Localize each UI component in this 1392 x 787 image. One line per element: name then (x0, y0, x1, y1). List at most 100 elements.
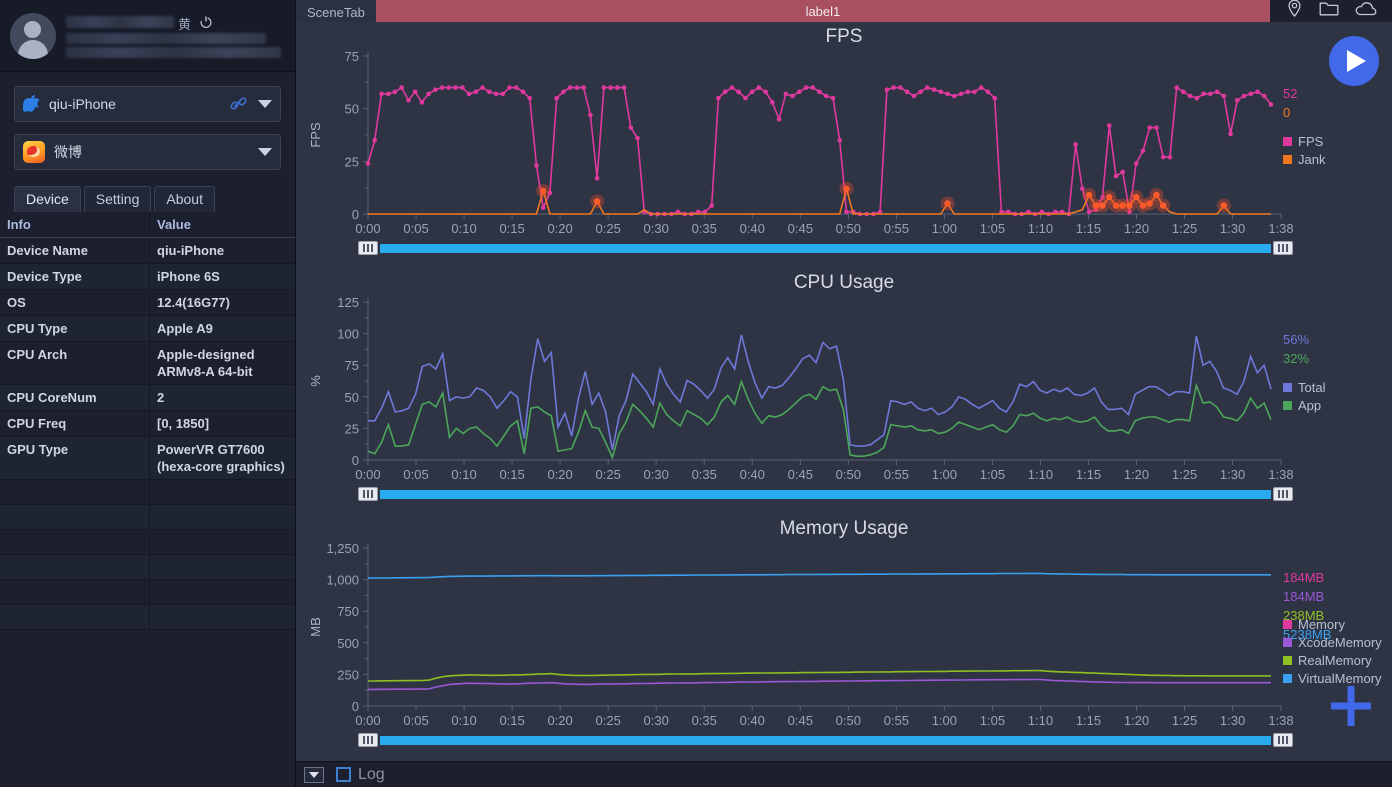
tab-device[interactable]: Device (14, 186, 81, 212)
slider-handle-left[interactable] (358, 487, 378, 501)
cpu-chart-series-app (368, 382, 1271, 458)
svg-text:0:20: 0:20 (547, 713, 572, 728)
svg-text:1:05: 1:05 (980, 221, 1005, 236)
link-icon[interactable] (228, 95, 250, 113)
svg-text:25: 25 (345, 154, 359, 169)
table-row[interactable]: Device TypeiPhone 6S (0, 264, 295, 290)
redacted-userinfo-line2 (66, 47, 281, 58)
tab-setting[interactable]: Setting (84, 186, 152, 212)
legend-swatch-icon (1283, 383, 1292, 392)
app-selector[interactable]: 微博 (14, 134, 281, 170)
table-row[interactable]: GPU TypePowerVR GT7600 (hexa-core graphi… (0, 437, 295, 480)
fps-chart-legend-jank[interactable]: Jank (1283, 152, 1325, 167)
label-tab[interactable]: label1 (376, 0, 1270, 22)
svg-text:1,250: 1,250 (326, 541, 359, 556)
slider-track[interactable] (380, 490, 1271, 499)
svg-text:0:40: 0:40 (740, 713, 765, 728)
selector-group: qiu-iPhone 微博 (0, 72, 295, 182)
svg-text:1:15: 1:15 (1076, 221, 1101, 236)
add-button[interactable] (1322, 677, 1380, 735)
table-cell-key (0, 505, 150, 529)
cpu-chart-range-slider[interactable] (358, 487, 1293, 501)
table-cell-key (0, 530, 150, 554)
legend-swatch-icon (1283, 155, 1292, 164)
svg-text:0:30: 0:30 (644, 467, 669, 482)
svg-text:125: 125 (337, 295, 359, 310)
slider-handle-right[interactable] (1273, 487, 1293, 501)
log-checkbox[interactable] (336, 767, 351, 782)
device-selector[interactable]: qiu-iPhone (14, 86, 281, 122)
power-icon[interactable] (199, 15, 213, 29)
svg-text:1:10: 1:10 (1028, 467, 1053, 482)
svg-text:0:10: 0:10 (451, 713, 476, 728)
fps-chart-ylabel: FPS (308, 122, 323, 148)
svg-text:0:35: 0:35 (692, 221, 717, 236)
table-row[interactable]: OS12.4(16G77) (0, 290, 295, 316)
svg-text:0: 0 (352, 207, 359, 222)
slider-track[interactable] (380, 736, 1271, 745)
scene-tab[interactable]: SceneTab (296, 0, 376, 22)
svg-text:0:55: 0:55 (884, 467, 909, 482)
fps-chart-range-slider[interactable] (358, 241, 1293, 255)
svg-text:1:30: 1:30 (1220, 467, 1245, 482)
memory-chart-legend-realmemory[interactable]: RealMemory (1283, 653, 1372, 668)
table-row[interactable]: CPU Freq[0, 1850] (0, 411, 295, 437)
cloud-icon[interactable] (1355, 1, 1377, 22)
table-cell-key: GPU Type (0, 437, 150, 479)
charts-container: FPS0255075FPS0:000:050:100:150:200:250:3… (296, 22, 1392, 761)
folder-icon[interactable] (1319, 0, 1339, 22)
grip-line (371, 490, 373, 498)
table-row[interactable]: CPU ArchApple-designed ARMv8-A 64-bit (0, 342, 295, 385)
table-cell-value (150, 480, 295, 504)
redacted-username (66, 16, 174, 28)
legend-swatch-icon (1283, 656, 1292, 665)
tab-about[interactable]: About (154, 186, 215, 212)
chevron-down-icon[interactable] (258, 100, 272, 108)
grip-line (367, 736, 369, 744)
slider-track[interactable] (380, 244, 1271, 253)
svg-text:0:55: 0:55 (884, 713, 909, 728)
cpu-chart-legend-app[interactable]: App (1283, 398, 1321, 413)
svg-text:0:45: 0:45 (788, 467, 813, 482)
svg-text:0:50: 0:50 (836, 713, 861, 728)
avatar[interactable] (10, 13, 56, 59)
fps-chart: FPS0255075FPS0:000:050:100:150:200:250:3… (296, 22, 1392, 268)
log-toggle[interactable]: Log (336, 766, 385, 784)
cpu-chart-legend-total[interactable]: Total (1283, 380, 1325, 395)
memory-chart-legend-memory[interactable]: Memory (1283, 617, 1345, 632)
sidebar-tabs: Device Setting About (0, 182, 295, 212)
chevron-down-icon[interactable] (258, 148, 272, 156)
play-button[interactable] (1329, 36, 1379, 86)
svg-text:0:00: 0:00 (355, 467, 380, 482)
app-selector-label: 微博 (54, 142, 252, 162)
slider-handle-right[interactable] (1273, 733, 1293, 747)
dropdown-button[interactable] (304, 767, 324, 783)
device-selector-label: qiu-iPhone (49, 96, 228, 112)
table-header-row: Info Value (0, 212, 295, 238)
cpu-chart-current-value-0: 56% (1283, 332, 1309, 347)
table-row[interactable]: Device Nameqiu-iPhone (0, 238, 295, 264)
fps-chart-legend-fps[interactable]: FPS (1283, 134, 1323, 149)
table-cell-value (150, 555, 295, 579)
legend-swatch-icon (1283, 137, 1292, 146)
memory-chart-legend-xcodememory[interactable]: XcodeMemory (1283, 635, 1382, 650)
table-row-empty (0, 605, 295, 630)
svg-text:1:00: 1:00 (932, 467, 957, 482)
slider-handle-left[interactable] (358, 733, 378, 747)
table-cell-value (150, 605, 295, 629)
table-cell-value: PowerVR GT7600 (hexa-core graphics) (150, 437, 295, 479)
grip-line (1278, 736, 1280, 744)
slider-handle-right[interactable] (1273, 241, 1293, 255)
table-row-empty (0, 480, 295, 505)
table-row[interactable]: CPU TypeApple A9 (0, 316, 295, 342)
table-row[interactable]: CPU CoreNum2 (0, 385, 295, 411)
svg-text:1:20: 1:20 (1124, 467, 1149, 482)
location-pin-icon[interactable] (1286, 0, 1303, 23)
legend-label: RealMemory (1298, 653, 1372, 668)
svg-text:0:40: 0:40 (740, 221, 765, 236)
slider-handle-left[interactable] (358, 241, 378, 255)
cpu-chart-ylabel: % (308, 375, 323, 387)
svg-text:0:40: 0:40 (740, 467, 765, 482)
table-cell-value: Apple-designed ARMv8-A 64-bit (150, 342, 295, 384)
memory-chart-range-slider[interactable] (358, 733, 1293, 747)
